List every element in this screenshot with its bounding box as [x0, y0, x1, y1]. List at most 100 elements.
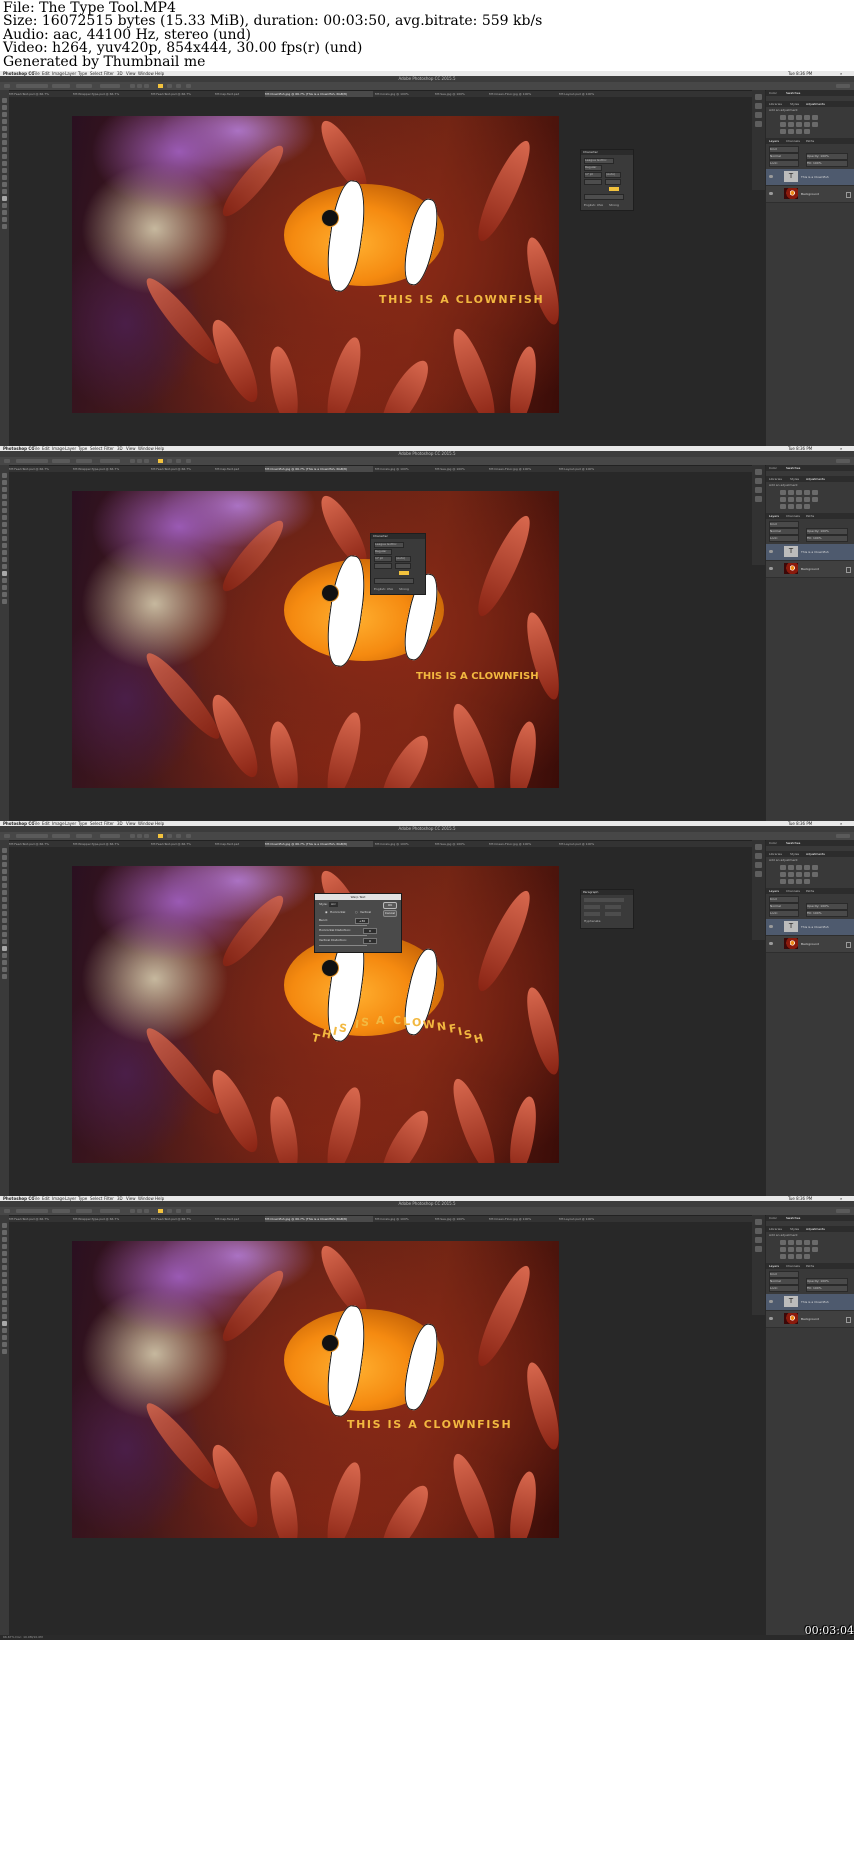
path-select-tool-icon[interactable]	[2, 1328, 7, 1333]
tab-adjustments[interactable]: Adjustments	[806, 851, 825, 857]
fill-field[interactable]: Fill: 100%	[806, 910, 848, 917]
zoom-tool-icon[interactable]	[2, 599, 7, 604]
document-tab[interactable]: MT-Layout.psd @ 100%	[559, 841, 621, 847]
type-tool-icon[interactable]	[2, 571, 7, 576]
curves-adjust-icon[interactable]	[796, 490, 802, 495]
marquee-tool-icon[interactable]	[2, 105, 7, 110]
pen-tool-icon[interactable]	[2, 189, 7, 194]
document-tab[interactable]: MT-Sea.jpg @ 100%	[435, 466, 487, 472]
character-panel-icon[interactable]	[755, 487, 762, 493]
gradient-map-icon[interactable]	[804, 504, 810, 509]
vertical-distortion-value[interactable]: 0	[363, 938, 377, 944]
caption-text-layer[interactable]: THIS IS A CLOWNFISH	[379, 293, 544, 306]
vertical-distortion-slider[interactable]	[319, 945, 367, 946]
character-panel-icon[interactable]	[176, 84, 181, 88]
eyedropper-tool-icon[interactable]	[2, 133, 7, 138]
tab-adjustments[interactable]: Adjustments	[806, 101, 825, 107]
text-color-swatch[interactable]	[158, 459, 163, 463]
exposure-adjust-icon[interactable]	[804, 490, 810, 495]
gradient-tool-icon[interactable]	[2, 550, 7, 555]
invert-adjust-icon[interactable]	[780, 504, 786, 509]
align-right-icon[interactable]	[144, 459, 149, 463]
layer-row-background[interactable]: Background	[766, 186, 854, 203]
visibility-eye-icon[interactable]	[769, 1300, 773, 1303]
history-brush-tool-icon[interactable]	[2, 161, 7, 166]
brush-tool-icon[interactable]	[2, 147, 7, 152]
history-brush-tool-icon[interactable]	[2, 536, 7, 541]
photo-filter-icon[interactable]	[804, 497, 810, 502]
tab-channels[interactable]: Channels	[786, 1263, 800, 1269]
gradient-tool-icon[interactable]	[2, 1300, 7, 1305]
visibility-eye-icon[interactable]	[769, 942, 773, 945]
document-tab[interactable]: MT-Layout.psd @ 100%	[559, 466, 621, 472]
text-color-swatch[interactable]	[158, 1209, 163, 1213]
align-left-icon[interactable]	[130, 459, 135, 463]
hue-adjust-icon[interactable]	[780, 122, 786, 127]
tab-layers[interactable]: Layers	[769, 888, 779, 894]
warp-style-select[interactable]: Arc	[329, 902, 338, 907]
align-center-icon[interactable]	[137, 1209, 142, 1213]
opacity-field[interactable]: Opacity: 100%	[806, 903, 848, 910]
document-tab-active[interactable]: MT-Clownfish.jpg @ 66.7% (This is a Clow…	[265, 841, 373, 847]
brightness-adjust-icon[interactable]	[780, 865, 786, 870]
document-tab[interactable]: MT-Wrapper-Type.psd @ 66.7%	[73, 91, 149, 97]
bend-value[interactable]: +30	[355, 918, 369, 924]
crop-tool-icon[interactable]	[2, 501, 7, 506]
color-balance-icon[interactable]	[788, 122, 794, 127]
tab-layers[interactable]: Layers	[769, 1263, 779, 1269]
text-color-swatch[interactable]	[158, 834, 163, 838]
channel-mixer-icon[interactable]	[812, 122, 818, 127]
document-tab[interactable]: MT-Sea.jpg @ 100%	[435, 1216, 487, 1222]
font-style-select[interactable]	[52, 459, 70, 463]
gradient-map-icon[interactable]	[804, 1254, 810, 1259]
threshold-icon[interactable]	[796, 129, 802, 134]
ok-button[interactable]: OK	[383, 902, 397, 909]
font-style-select[interactable]	[52, 84, 70, 88]
tab-swatches[interactable]: Swatches	[786, 465, 800, 471]
quick-select-tool-icon[interactable]	[2, 1244, 7, 1249]
gradient-tool-icon[interactable]	[2, 925, 7, 930]
antialias-select[interactable]	[100, 459, 120, 463]
document-tab[interactable]: MT-Feed-Text.psd @ 66.7%	[151, 1216, 213, 1222]
font-size-select[interactable]	[76, 1209, 92, 1213]
lasso-tool-icon[interactable]	[2, 862, 7, 867]
font-size-select[interactable]	[76, 84, 92, 88]
document-tab[interactable]: MT-Ocean-Floor.jpg @ 100%	[489, 1216, 557, 1222]
path-select-tool-icon[interactable]	[2, 578, 7, 583]
threshold-icon[interactable]	[796, 879, 802, 884]
align-center-icon[interactable]	[137, 459, 142, 463]
document-tab[interactable]: MT-Cap-Text.psd	[215, 466, 263, 472]
warp-text-icon[interactable]	[167, 84, 172, 88]
tab-paths[interactable]: Paths	[806, 138, 814, 144]
hand-tool-icon[interactable]	[2, 967, 7, 972]
color-balance-icon[interactable]	[788, 1247, 794, 1252]
3d-icon[interactable]	[186, 459, 191, 463]
type-tool-preset-icon[interactable]	[4, 834, 10, 838]
tab-layers[interactable]: Layers	[769, 138, 779, 144]
brightness-adjust-icon[interactable]	[780, 1240, 786, 1245]
lock-controls[interactable]: Lock:	[769, 160, 799, 167]
healing-tool-icon[interactable]	[2, 1265, 7, 1270]
move-tool-icon[interactable]	[2, 1223, 7, 1228]
tracking-field[interactable]	[584, 179, 602, 185]
brightness-adjust-icon[interactable]	[780, 490, 786, 495]
align-center-icon[interactable]	[137, 84, 142, 88]
tab-color[interactable]: Color	[769, 90, 777, 96]
eraser-tool-icon[interactable]	[2, 1293, 7, 1298]
document-canvas[interactable]: THIS IS A CLOWNFISH	[72, 116, 559, 413]
kerning-field[interactable]	[605, 179, 621, 185]
type-style-buttons[interactable]	[374, 578, 414, 584]
3d-icon[interactable]	[186, 1209, 191, 1213]
quick-select-tool-icon[interactable]	[2, 869, 7, 874]
zoom-tool-icon[interactable]	[2, 1349, 7, 1354]
warp-text-icon[interactable]	[167, 1209, 172, 1213]
pen-tool-icon[interactable]	[2, 564, 7, 569]
paragraph-panel-icon[interactable]	[755, 121, 762, 127]
posterize-icon[interactable]	[788, 879, 794, 884]
workspace-select[interactable]	[836, 84, 850, 88]
align-left-icon[interactable]	[130, 84, 135, 88]
bw-adjust-icon[interactable]	[796, 122, 802, 127]
alignment-buttons[interactable]	[584, 898, 624, 902]
font-size-select[interactable]	[76, 834, 92, 838]
eyedropper-tool-icon[interactable]	[2, 1258, 7, 1263]
